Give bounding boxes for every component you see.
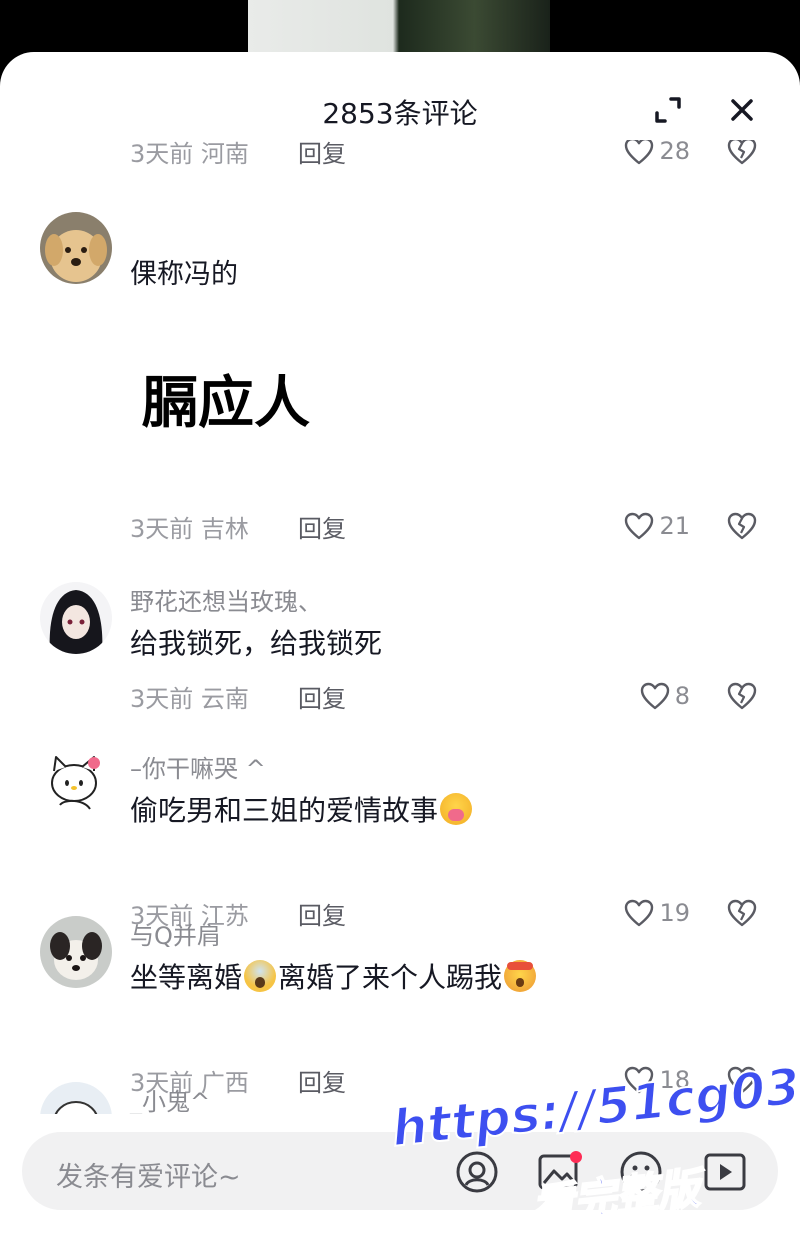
- anime-girl-avatar[interactable]: [40, 582, 112, 654]
- like-button[interactable]: 18: [623, 1063, 690, 1097]
- comment-content: 给我锁死，给我锁死: [130, 627, 383, 660]
- like-count: 21: [659, 512, 690, 540]
- shocked-emoji: [504, 960, 537, 992]
- close-icon[interactable]: [726, 94, 758, 126]
- comment-username[interactable]: _小鬼^: [130, 1082, 210, 1117]
- emoji-icon[interactable]: [618, 1149, 664, 1195]
- like-count: 19: [659, 899, 690, 927]
- comment-time-location: 3天前 吉林: [130, 515, 249, 543]
- image-icon[interactable]: [536, 1149, 582, 1195]
- vomit-emoji: [440, 793, 473, 825]
- comment-text: 离婚了来个人踢我: [278, 961, 503, 994]
- puppy-avatar[interactable]: [40, 916, 112, 988]
- comments-header: 2853条评论: [0, 52, 800, 147]
- mention-icon[interactable]: [454, 1149, 500, 1195]
- comment-time-location: 3天前 云南: [130, 685, 249, 713]
- broken-heart-icon[interactable]: [726, 140, 758, 166]
- broken-heart-icon[interactable]: [726, 1065, 758, 1095]
- comment-input-bar[interactable]: 发条有爱评论~: [22, 1132, 778, 1210]
- broken-heart-icon[interactable]: [726, 511, 758, 541]
- screaming-emoji: [244, 960, 277, 992]
- like-button[interactable]: 19: [623, 896, 690, 930]
- like-count: 18: [659, 1066, 690, 1094]
- reply-button[interactable]: 回复: [298, 140, 346, 169]
- like-button[interactable]: 21: [623, 509, 690, 543]
- like-button[interactable]: 28: [623, 140, 690, 168]
- comment-username[interactable]: 与Q并肩: [130, 916, 221, 951]
- expand-icon[interactable]: [652, 94, 684, 126]
- comment-username[interactable]: 野花还想当玫瑰、: [130, 582, 322, 617]
- reply-button[interactable]: 回复: [298, 509, 346, 544]
- comments-sheet: 2853条评论 3天前 河南 回复 28 倮称冯的 膈应人 3天前 吉林 回复 …: [0, 52, 800, 1245]
- comment-text: 偷吃男和三姐的爱情故事: [130, 794, 439, 827]
- reply-button[interactable]: 回复: [298, 1063, 346, 1098]
- partial-comment-meta: 3天前 河南 回复 28: [0, 140, 800, 176]
- heart-icon: [625, 899, 654, 927]
- comment-text: 坐等离婚: [130, 961, 243, 994]
- reply-button[interactable]: 回复: [298, 896, 346, 931]
- heart-icon: [625, 1066, 654, 1094]
- comment-username[interactable]: –你干嘛哭 ^: [130, 749, 266, 784]
- comment-content: 膈应人: [142, 371, 310, 436]
- heart-icon: [625, 512, 654, 540]
- like-count: 28: [659, 140, 690, 165]
- comment-content: 坐等离婚 离婚了来个人踢我: [130, 956, 538, 996]
- heart-icon: [640, 682, 669, 710]
- like-count: 8: [674, 682, 690, 710]
- hello-kitty-avatar[interactable]: [40, 749, 112, 821]
- video-reply-icon[interactable]: [702, 1149, 748, 1195]
- golden-retriever-avatar[interactable]: [40, 212, 112, 284]
- comment-time-location: 3天前 河南: [130, 140, 249, 168]
- broken-heart-icon[interactable]: [726, 681, 758, 711]
- broken-heart-icon[interactable]: [726, 898, 758, 928]
- comment-input-placeholder[interactable]: 发条有爱评论~: [56, 1155, 241, 1194]
- heart-icon: [625, 140, 654, 165]
- comment-content: 偷吃男和三姐的爱情故事: [130, 789, 474, 829]
- comment-username[interactable]: 倮称冯的: [130, 252, 238, 291]
- like-button[interactable]: 8: [639, 679, 690, 713]
- reply-button[interactable]: 回复: [298, 679, 346, 714]
